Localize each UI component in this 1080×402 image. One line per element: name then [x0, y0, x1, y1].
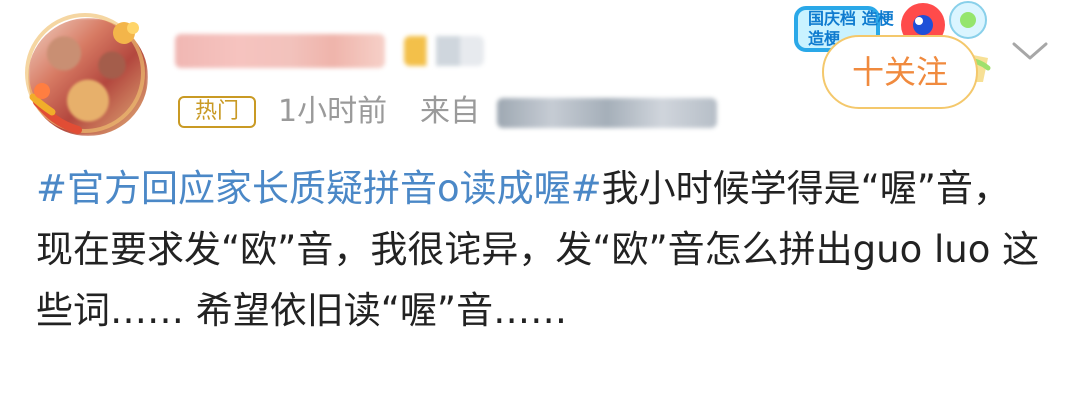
- avatar-frame-icon: [25, 13, 145, 134]
- hot-tag: 热门: [178, 96, 256, 128]
- chevron-down-icon[interactable]: [1010, 38, 1050, 64]
- post-time: 1小时前: [278, 94, 388, 129]
- username-blurred[interactable]: [175, 34, 385, 68]
- weibo-post-card: 热门 1小时前 来自 国庆档 造梗 造梗 十关注 #官方回应家长质疑拼音o读成喔…: [0, 0, 1080, 402]
- topic-hashtag[interactable]: #官方回应家长质疑拼音o读成喔#: [36, 167, 602, 210]
- promo-text-line1: 国庆档 造梗: [808, 9, 895, 28]
- source-label: 来自: [420, 94, 480, 129]
- user-badge-blurred: [404, 36, 484, 66]
- follow-button[interactable]: 十关注: [822, 35, 978, 109]
- source-name-blurred: [497, 98, 717, 128]
- post-content: #官方回应家长质疑拼音o读成喔#我小时候学得是“喔”音，现在要求发“欧”音，我很…: [36, 158, 1046, 341]
